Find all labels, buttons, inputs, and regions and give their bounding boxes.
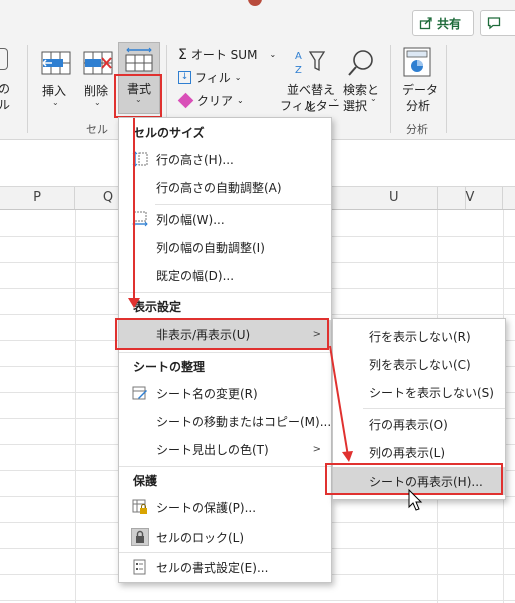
arrow-head-down-right	[342, 451, 353, 462]
annotation-arrows	[128, 118, 423, 511]
mouse-cursor-icon	[408, 488, 423, 511]
arrow-head-down	[128, 298, 140, 308]
